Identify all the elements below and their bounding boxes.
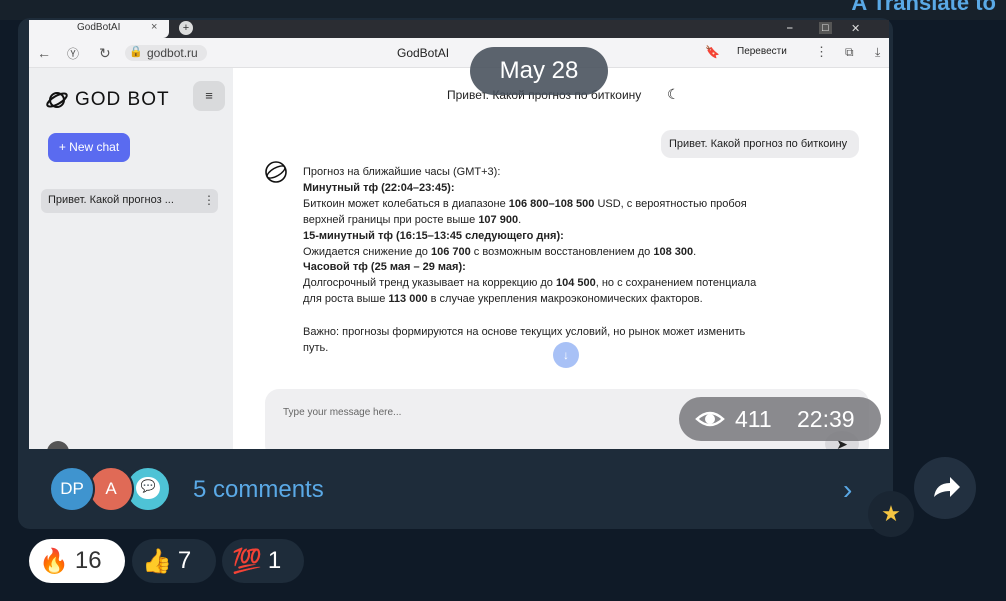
bot-line: для роста выше 113 000 в случае укреплен… [303, 293, 703, 306]
bot-heading: Минутный тф (22:04–23:45): [303, 181, 455, 194]
bot-line: Ожидается снижение до 106 700 с возможны… [303, 245, 697, 258]
post-time: 22:39 [797, 406, 855, 432]
commenter-avatar: DP [49, 466, 95, 512]
user-avatar[interactable] [47, 441, 69, 449]
bot-message: Прогноз на ближайшие часы (GMT+3): Минут… [303, 165, 783, 357]
reaction-count: 1 [267, 547, 282, 574]
reaction-count: 7 [177, 547, 192, 574]
user-message-text: Привет. Какой прогноз по биткоину [669, 138, 848, 150]
bot-line: путь. [303, 342, 329, 355]
close-window-icon[interactable]: ✕ [851, 22, 860, 35]
browser-tab[interactable]: GodBotAI × [29, 20, 169, 38]
minimize-icon[interactable]: ⎯ [787, 22, 793, 35]
sidebar-menu-button[interactable]: ≡ [193, 81, 225, 111]
bot-line: Важно: прогнозы формируются на основе те… [303, 326, 746, 339]
translate-button[interactable]: A Translate to [851, 0, 996, 16]
reaction-fire[interactable]: 🔥 16 [29, 539, 125, 583]
comments-link[interactable]: 5 comments [193, 476, 324, 504]
bot-heading: Часовой тф (25 мая – 29 мая): [303, 261, 466, 274]
extensions-icon[interactable]: ⧉ [845, 45, 854, 60]
logo-icon [46, 92, 68, 108]
share-arrow-icon [934, 477, 960, 497]
top-strip: A Translate to [0, 0, 1006, 20]
godbot-logo: GOD BOT [45, 88, 170, 112]
yandex-icon[interactable]: Ⓨ [67, 45, 79, 62]
back-icon[interactable]: ← [37, 45, 51, 61]
date-badge: May 28 [470, 47, 608, 95]
logo-text: GOD BOT [75, 89, 170, 110]
user-message: Привет. Какой прогноз по биткоину [661, 130, 859, 158]
chevron-right-icon[interactable]: › [843, 474, 852, 506]
browser-tabbar: GodBotAI × + ⎯ □ ✕ [29, 20, 889, 38]
views-time-badge: 411 22:39 [679, 397, 881, 441]
tab-title: GodBotAI [77, 22, 121, 33]
share-button[interactable] [914, 457, 976, 519]
download-icon[interactable]: ⤓ [875, 45, 880, 60]
views-count: 411 [735, 406, 772, 432]
chat-history-item[interactable]: Привет. Какой прогноз ... ⋮ [41, 189, 218, 213]
post-photo[interactable]: GodBotAI × + ⎯ □ ✕ ← Ⓨ ↻ 🔒 godbot.ru God… [29, 20, 889, 449]
fire-icon: 🔥 [39, 547, 69, 575]
reload-icon[interactable]: ↻ [99, 45, 111, 62]
chat-bubble-icon: 💬 [136, 477, 160, 499]
eye-icon [695, 411, 725, 427]
chat-sidebar: GOD BOT ≡ + New chat Привет. Какой прогн… [29, 68, 233, 449]
new-chat-button[interactable]: + New chat [48, 133, 130, 162]
browser-menu-icon[interactable]: ⋮ [815, 44, 828, 60]
tab-close-icon[interactable]: × [151, 21, 157, 33]
bot-heading: 15-минутный тф (16:15–13:45 следующего д… [303, 229, 564, 242]
chat-history-label: Привет. Какой прогноз ... [48, 194, 174, 206]
bookmark-icon[interactable]: 🔖 [705, 45, 720, 59]
reaction-thumbs-up[interactable]: 👍 7 [132, 539, 216, 583]
bot-line: верхней границы при росте выше 107 900. [303, 213, 522, 226]
browser-translate-button[interactable]: Перевести [737, 46, 787, 57]
new-tab-icon[interactable]: + [179, 21, 193, 35]
more-icon[interactable]: ⋮ [203, 193, 215, 207]
reaction-hundred[interactable]: 💯 1 [222, 539, 304, 583]
bot-avatar-icon [265, 161, 287, 183]
hundred-icon: 💯 [232, 547, 262, 575]
reaction-count: 16 [74, 547, 102, 574]
url-text[interactable]: godbot.ru [147, 46, 198, 60]
message-input-placeholder[interactable]: Type your message here... [283, 407, 401, 418]
scroll-down-button[interactable]: ↓ [553, 342, 579, 368]
thumbs-up-icon: 👍 [142, 547, 172, 575]
page-title: GodBotAI [397, 46, 450, 60]
moon-icon[interactable]: ☾ [667, 86, 680, 103]
bot-line: Биткоин может колебаться в диапазоне 106… [303, 197, 747, 210]
lock-icon: 🔒 [129, 46, 143, 58]
bot-line: Прогноз на ближайшие часы (GMT+3): [303, 166, 501, 178]
address-bar: ← Ⓨ ↻ 🔒 godbot.ru GodBotAI 🔖 Перевести ⋮… [29, 38, 889, 68]
bot-line: Долгосрочный тренд указывает на коррекци… [303, 277, 757, 290]
maximize-icon[interactable]: □ [819, 22, 832, 34]
star-icon[interactable]: ★ [868, 491, 914, 537]
